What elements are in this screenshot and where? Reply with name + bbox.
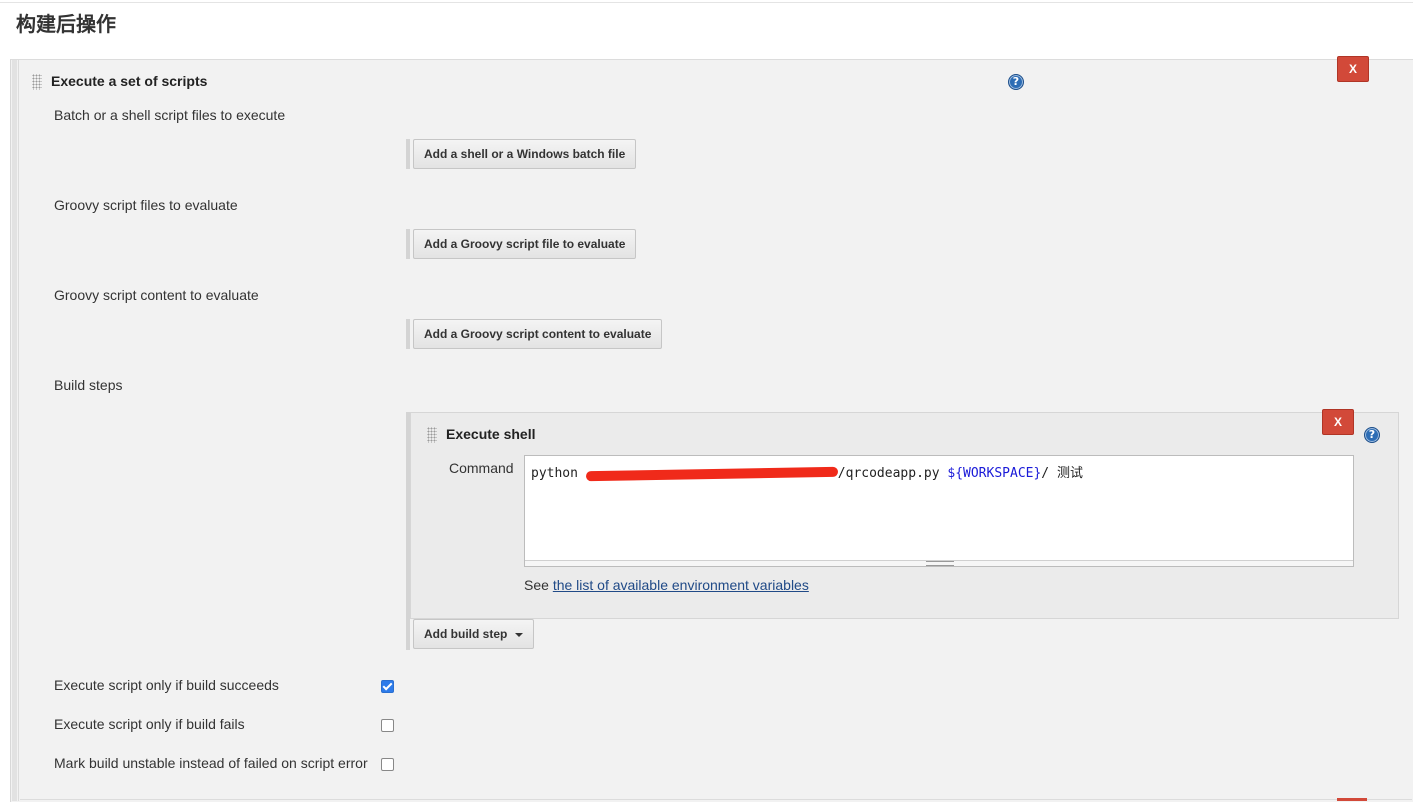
checkbox-succeeds[interactable]	[381, 680, 394, 693]
command-prefix: python	[531, 466, 586, 481]
option-label-unstable: Mark build unstable instead of failed on…	[54, 755, 368, 771]
batch-files-label: Batch or a shell script files to execute	[54, 107, 286, 123]
redaction-mark	[585, 466, 838, 481]
add-build-step-wrap: Add build step	[413, 619, 535, 649]
panel-left-rule	[18, 60, 19, 801]
resize-grip-icon[interactable]	[926, 561, 954, 566]
groovy-content-label: Groovy script content to evaluate	[54, 287, 259, 303]
checkbox-fails[interactable]	[381, 719, 394, 732]
shell-drag-handle-icon[interactable]	[427, 427, 437, 443]
delete-scripts-button[interactable]: X	[1337, 56, 1369, 82]
option-label-succeeds: Execute script only if build succeeds	[54, 677, 279, 693]
add-batch-file-button[interactable]: Add a shell or a Windows batch file	[413, 139, 637, 169]
checkbox-unstable[interactable]	[381, 758, 394, 771]
option-label-fails: Execute script only if build fails	[54, 716, 245, 732]
drag-handle-icon[interactable]	[32, 74, 42, 90]
textarea-resize-bar[interactable]	[525, 560, 1353, 566]
env-vars-link[interactable]: the list of available environment variab…	[553, 577, 809, 593]
batch-button-wrap: Add a shell or a Windows batch file	[406, 139, 637, 169]
add-groovy-file-button[interactable]: Add a Groovy script file to evaluate	[413, 229, 637, 259]
dropdown-caret-icon	[515, 632, 524, 637]
top-divider	[0, 2, 1413, 3]
command-textarea[interactable]: python /qrcodeapp.py ${WORKSPACE}/ 测试	[524, 455, 1354, 567]
panel-bottom-rule	[20, 799, 1412, 800]
command-label: Command	[449, 460, 514, 476]
command-suffix: / 测试	[1041, 466, 1083, 481]
execute-shell-title: Execute shell	[446, 426, 536, 442]
section-title: 构建后操作	[16, 12, 116, 36]
execute-scripts-title: Execute a set of scripts	[51, 73, 208, 89]
panel-left-bar	[12, 60, 17, 801]
help-icon[interactable]: ?	[1008, 74, 1024, 90]
groovy-file-button-wrap: Add a Groovy script file to evaluate	[406, 229, 637, 259]
command-path-tail: /qrcodeapp.py	[837, 466, 948, 481]
see-label: See	[524, 577, 549, 593]
command-variable: ${WORKSPACE}	[947, 466, 1042, 481]
add-groovy-content-button[interactable]: Add a Groovy script content to evaluate	[413, 319, 663, 349]
delete-shell-button[interactable]: X	[1322, 409, 1354, 435]
add-build-step-button[interactable]: Add build step	[413, 619, 535, 649]
groovy-content-button-wrap: Add a Groovy script content to evaluate	[406, 319, 663, 349]
shell-help-icon[interactable]: ?	[1364, 427, 1380, 443]
groovy-files-label: Groovy script files to evaluate	[54, 197, 238, 213]
add-build-step-label: Add build step	[424, 627, 508, 641]
env-vars-hint: See the list of available environment va…	[524, 577, 809, 593]
build-steps-label: Build steps	[54, 377, 123, 393]
